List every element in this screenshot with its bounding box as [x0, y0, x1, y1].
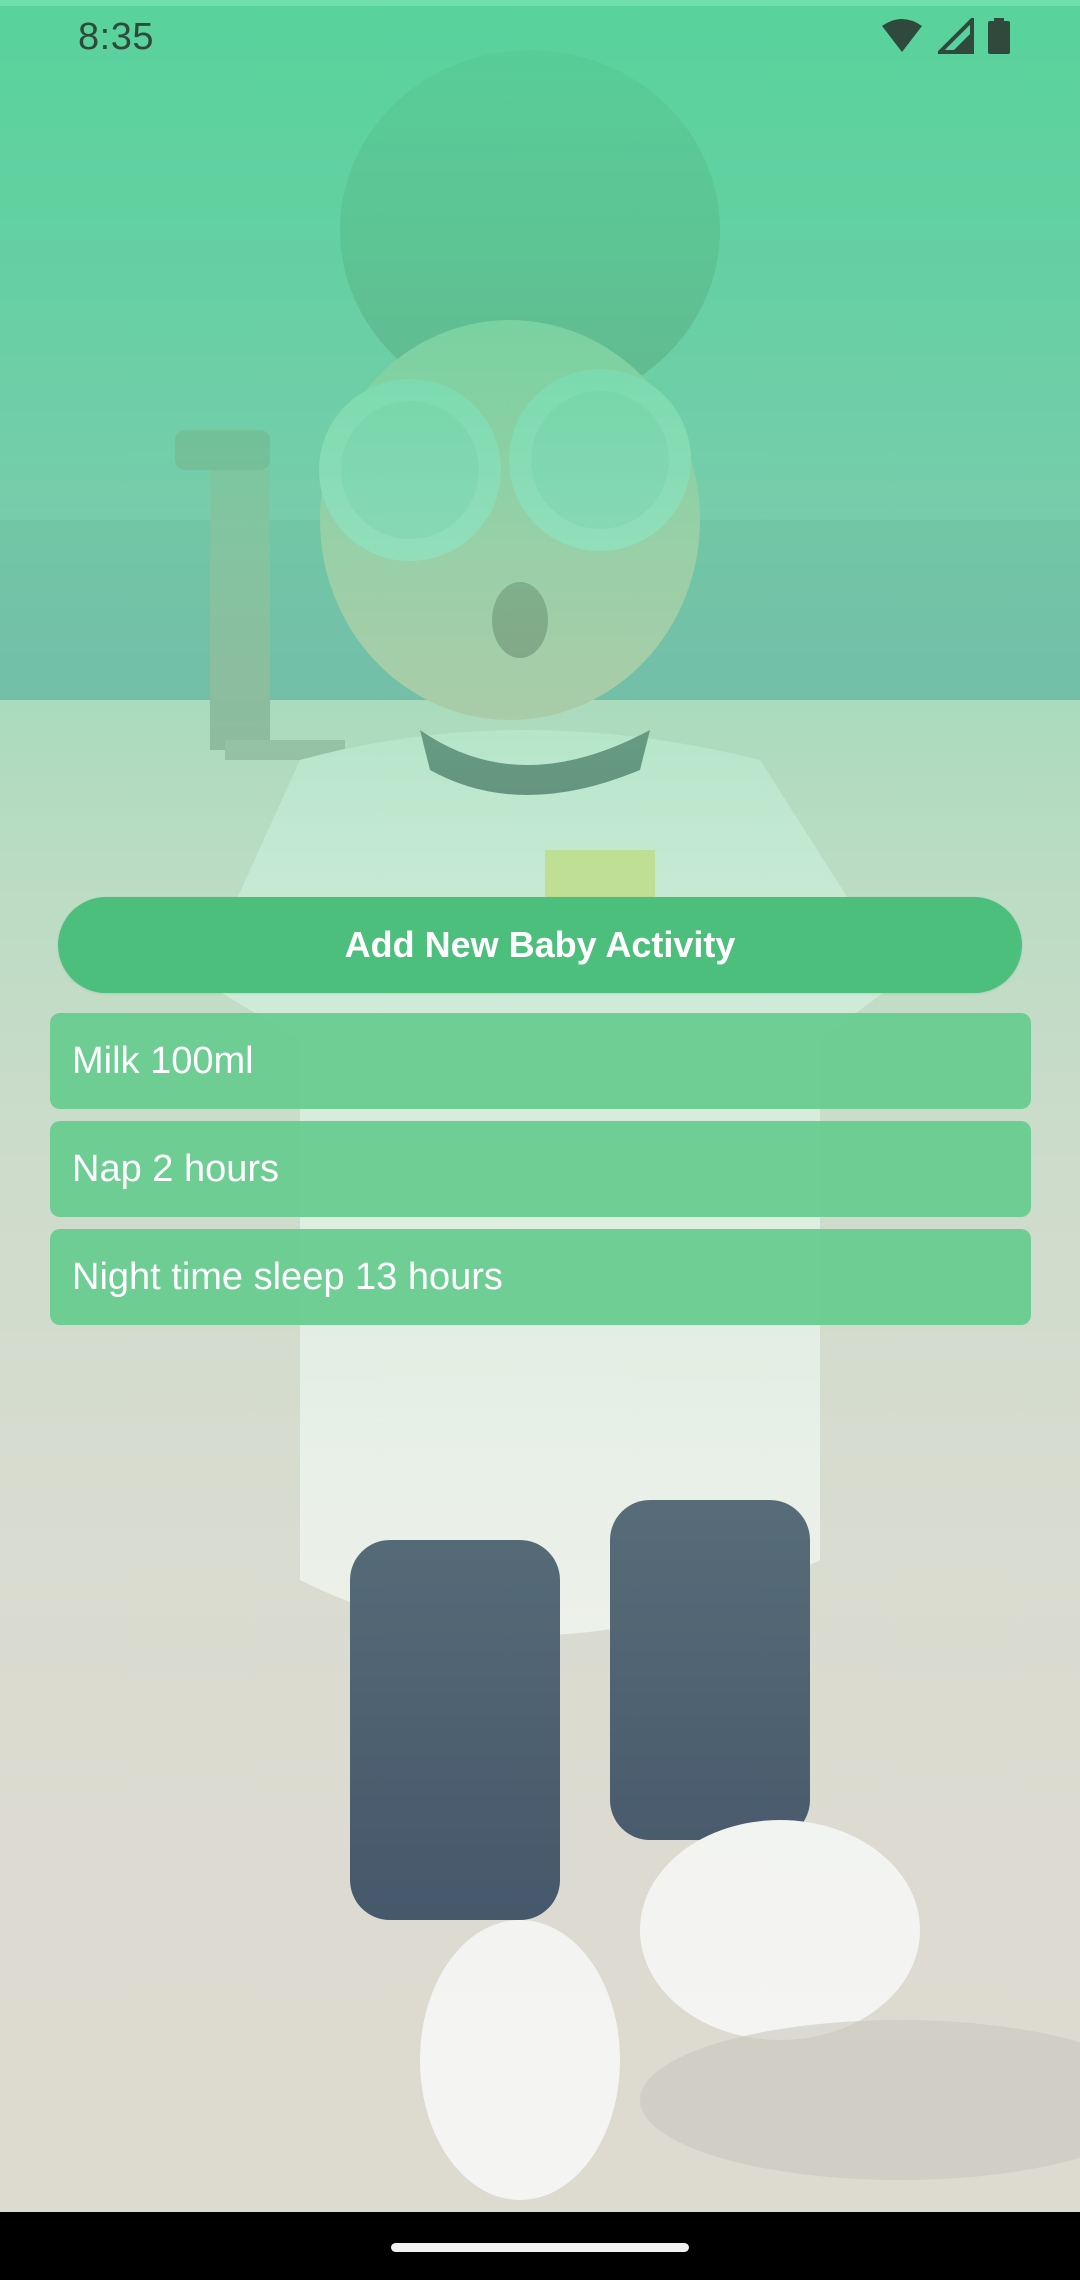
status-bar: 8:35 — [0, 0, 1080, 70]
navigation-bar — [0, 2212, 1080, 2280]
wifi-icon — [882, 19, 922, 52]
add-new-baby-activity-button[interactable]: Add New Baby Activity — [58, 897, 1022, 993]
activity-list: Milk 100ml Nap 2 hours Night time sleep … — [50, 1013, 1031, 1337]
list-item-activity[interactable]: Milk 100ml — [50, 1013, 1031, 1109]
status-time: 8:35 — [78, 16, 154, 58]
list-item-activity[interactable]: Nap 2 hours — [50, 1121, 1031, 1217]
battery-icon — [988, 18, 1010, 54]
home-gesture-handle[interactable] — [391, 2243, 689, 2252]
list-item-activity[interactable]: Night time sleep 13 hours — [50, 1229, 1031, 1325]
status-icons — [880, 18, 1010, 54]
signal-icon — [938, 18, 974, 54]
